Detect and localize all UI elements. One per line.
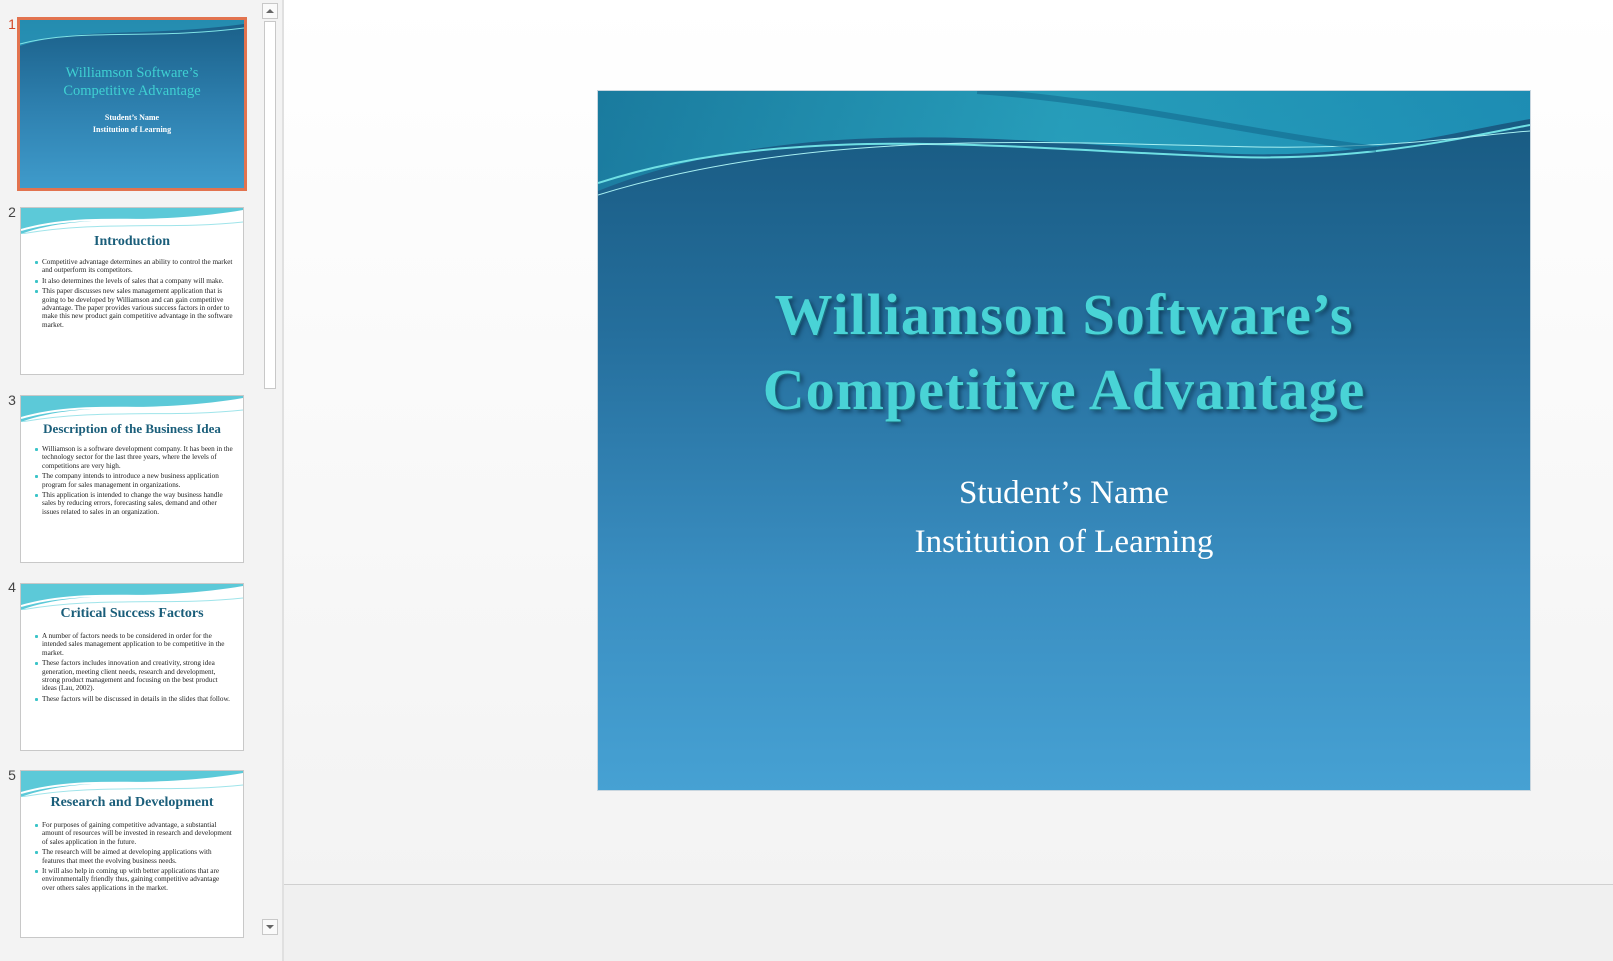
scroll-up-icon — [266, 9, 274, 13]
thumbnail-title-line: Competitive Advantage — [63, 83, 201, 99]
thumbnail-subtitle: Student’s Name Institution of Learning — [20, 112, 244, 136]
slide-thumbnail-pane: 1 Williamson Software’s Competitive Adva… — [0, 0, 282, 961]
thumbnail-title-line: Williamson Software’s — [65, 65, 199, 81]
thumbnail-subtitle-line: Student’s Name — [104, 113, 160, 122]
bullet-item: It will also help in coming up with bett… — [35, 867, 233, 892]
bullet-item: For purposes of gaining competitive adva… — [35, 821, 233, 846]
thumbnail-title: Williamson Software’s Competitive Advant… — [20, 64, 244, 100]
scroll-down-icon — [266, 925, 274, 929]
bullet-item: Competitive advantage determines an abil… — [35, 258, 233, 275]
bullet-item: These factors will be discussed in detai… — [35, 695, 233, 703]
bullet-item: This paper discusses new sales managemen… — [35, 287, 233, 329]
slide-thumbnail-3[interactable]: Description of the Business Idea William… — [20, 395, 244, 563]
slide-subtitle-line: Institution of Learning — [914, 524, 1214, 560]
thumbnail-title: Research and Development — [50, 795, 214, 810]
bullet-item: Williamson is a software development com… — [35, 445, 233, 470]
slide-number: 4 — [8, 579, 16, 595]
slide-number: 3 — [8, 392, 16, 408]
current-slide[interactable]: Williamson Software’s Competitive Advant… — [597, 90, 1531, 791]
thumbnail-bullets: Competitive advantage determines an abil… — [35, 258, 233, 331]
thumbnail-bullets: A number of factors needs to be consider… — [35, 632, 233, 705]
slide-thumbnail-5[interactable]: Research and Development For purposes of… — [20, 770, 244, 938]
thumbnail-bullets: Williamson is a software development com… — [35, 445, 233, 518]
thumbnail-title: Introduction — [94, 234, 170, 249]
thumbnail-title: Critical Success Factors — [60, 606, 204, 621]
thumbnail-subtitle-line: Institution of Learning — [92, 125, 172, 134]
bullet-item: It also determines the levels of sales t… — [35, 277, 233, 285]
slide-number: 5 — [8, 767, 16, 783]
slide-subtitle-line: Student’s Name — [959, 475, 1169, 511]
bullet-item: This application is intended to change t… — [35, 491, 233, 516]
slide-title-line: Competitive Advantage — [762, 357, 1366, 422]
thumbnail-title: Description of the Business Idea — [43, 421, 221, 436]
notes-pane[interactable] — [284, 885, 1613, 961]
wave-decoration — [21, 396, 243, 422]
wave-decoration — [21, 771, 243, 797]
slide-title[interactable]: Williamson Software’s Competitive Advant… — [598, 277, 1530, 427]
wave-decoration — [20, 20, 244, 46]
bullet-item: The research will be aimed at developing… — [35, 848, 233, 865]
bullet-item: The company intends to introduce a new b… — [35, 472, 233, 489]
scroll-thumb[interactable] — [264, 21, 276, 389]
bullet-item: These factors includes innovation and cr… — [35, 659, 233, 693]
slide-thumbnail-4[interactable]: Critical Success Factors A number of fac… — [20, 583, 244, 751]
slide-number: 2 — [8, 204, 16, 220]
bullet-item: A number of factors needs to be consider… — [35, 632, 233, 657]
wave-decoration — [21, 208, 243, 234]
wave-decoration — [598, 91, 1530, 196]
thumbnail-bullets: For purposes of gaining competitive adva… — [35, 821, 233, 894]
slide-thumbnail-1[interactable]: Williamson Software’s Competitive Advant… — [17, 17, 247, 191]
slide-subtitle[interactable]: Student’s Name Institution of Learning — [598, 469, 1530, 567]
slide-title-line: Williamson Software’s — [774, 282, 1354, 347]
thumbnail-scrollbar[interactable] — [262, 3, 278, 935]
slide-thumbnail-2[interactable]: Introduction Competitive advantage deter… — [20, 207, 244, 375]
scroll-down-button[interactable] — [262, 919, 278, 935]
scroll-up-button[interactable] — [262, 3, 278, 19]
